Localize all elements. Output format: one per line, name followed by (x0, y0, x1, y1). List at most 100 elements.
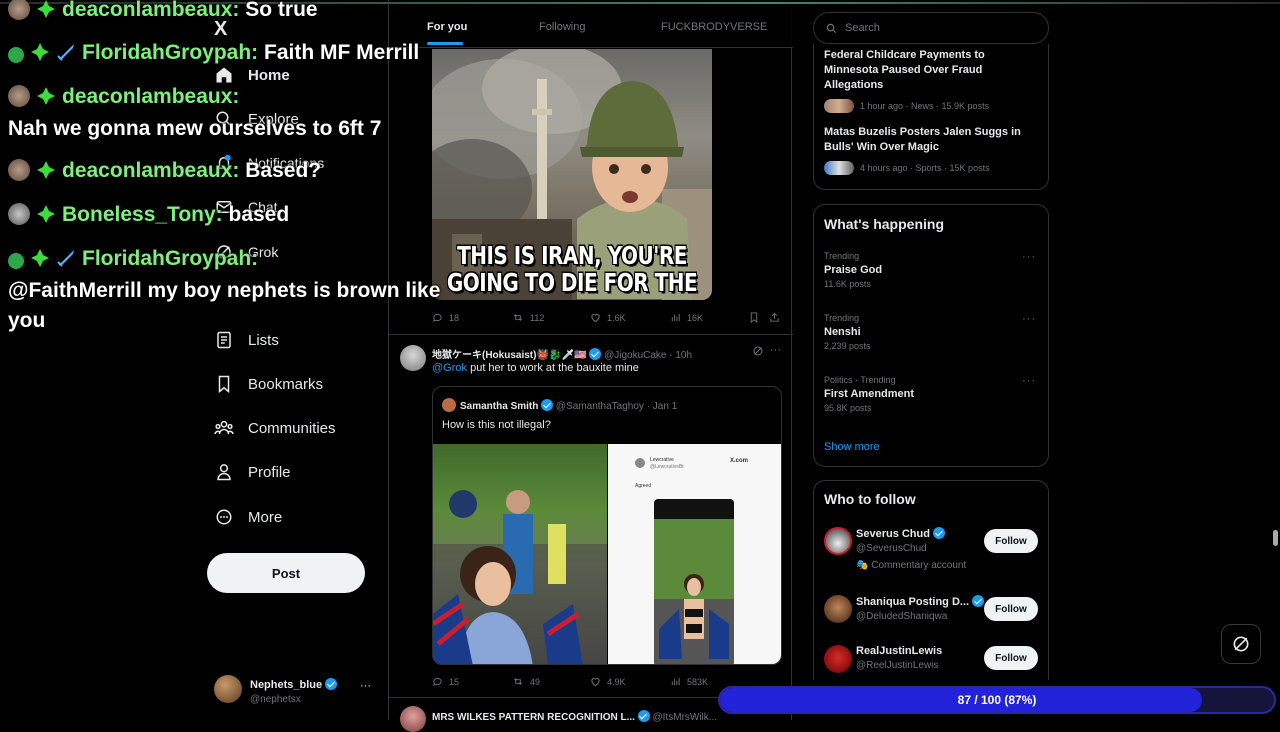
more-dots-icon[interactable]: ··· (770, 344, 781, 356)
crowd-photo-illustration (433, 490, 607, 664)
trend-count: 95.8K posts (824, 403, 872, 413)
grok-icon (1231, 634, 1251, 654)
tweet-divider (389, 334, 793, 335)
views-button[interactable]: 16K (670, 312, 703, 323)
tab-custom-feed[interactable]: FUCKBRODYVERSE (661, 21, 767, 33)
tab-following[interactable]: Following (539, 21, 585, 33)
views-count: 583K (687, 676, 709, 687)
goal-progress-bar: 87 / 100 (87%) (718, 686, 1276, 714)
chat-text: Nah we gonna mew ourselves to 6ft 7 (8, 117, 382, 140)
screenshot-site: X.com (730, 458, 749, 464)
avatar[interactable] (400, 706, 426, 732)
grok-floating-button[interactable] (1221, 624, 1261, 664)
globe-badge-icon (8, 253, 24, 269)
avatar[interactable] (824, 645, 852, 673)
tweet-handle[interactable]: @ItsMrsWilk... (653, 712, 718, 723)
more-dots-icon[interactable]: ··· (1022, 375, 1036, 387)
trend-name: Praise God (824, 264, 883, 276)
trend-item[interactable]: Trending Praise God 11.6K posts (824, 251, 1040, 289)
image-caption-line1: THIS IS IRAN, YOU'RE (457, 240, 687, 270)
quoted-screenshot[interactable]: Lewcrative @LewcrativeBt X.com Agreed (608, 444, 781, 664)
bookmark-icon (214, 374, 234, 394)
follow-button[interactable]: Follow (984, 529, 1038, 553)
trend-context: Trending (824, 313, 860, 323)
tweet-actions: 18 112 1.6K 16K (432, 312, 782, 326)
tweet-author[interactable]: MRS WILKES PATTERN RECOGNITION L... (432, 712, 635, 723)
news-item[interactable]: Matas Buzelis Posters Jalen Suggs in Bul… (824, 125, 1040, 175)
like-button[interactable]: 4.9K (590, 676, 626, 687)
follow-suggestion[interactable]: Severus Chud @SeverusChud 🎭 Commentary a… (856, 527, 986, 571)
follow-handle: @DeludedShaniqwa (856, 611, 948, 622)
post-button[interactable]: Post (207, 553, 365, 593)
search-input[interactable]: Search (813, 12, 1049, 44)
mention-link[interactable]: @Grok (432, 362, 467, 374)
account-name: Nephets_blue (250, 679, 323, 691)
whats-happening-title: What's happening (824, 216, 944, 232)
verified-badge-icon (637, 710, 650, 722)
repost-button[interactable]: 49 (512, 676, 540, 687)
account-switcher[interactable]: Nephets_blue @nephetsx ··· (214, 675, 384, 709)
active-tab-indicator (427, 42, 463, 45)
more-dots-icon[interactable]: ··· (360, 680, 371, 692)
chat-text: Based? (245, 159, 322, 182)
follow-button[interactable]: Follow (984, 646, 1038, 670)
tab-for-you[interactable]: For you (427, 21, 467, 33)
quoted-tweet[interactable]: Samantha Smith @SamanthaTaghoy · Jan 1 H… (432, 386, 782, 665)
quoted-photo[interactable] (433, 444, 607, 664)
nav-lists[interactable]: Lists (214, 330, 279, 350)
news-panel: Federal Childcare Payments to Minnesota … (813, 44, 1049, 190)
chat-message: deaconlambeaux: So true (8, 0, 318, 22)
more-dots-icon[interactable]: ··· (1022, 251, 1036, 263)
nav-bookmarks[interactable]: Bookmarks (214, 374, 323, 394)
trend-item[interactable]: Politics · Trending First Amendment 95.8… (824, 375, 1040, 413)
reply-button[interactable]: 15 (432, 676, 459, 687)
reply-button[interactable]: 18 (432, 312, 459, 323)
follow-suggestion[interactable]: Shaniqua Posting D... @DeludedShaniqwa (856, 595, 986, 622)
who-to-follow-title: Who to follow (824, 491, 916, 507)
follow-suggestion[interactable]: RealJustinLewis @ReelJustinLewis (856, 645, 986, 671)
views-count: 16K (687, 312, 704, 323)
tweet-handle[interactable]: @JigokuCake (604, 350, 666, 361)
follow-button[interactable]: Follow (984, 597, 1038, 621)
like-button[interactable]: 1.6K (590, 312, 626, 323)
verified-badge-icon (589, 348, 602, 360)
avatar (442, 398, 456, 412)
views-button[interactable]: 583K (670, 676, 708, 687)
nav-profile-label: Profile (248, 463, 291, 481)
list-icon (214, 330, 234, 350)
news-item[interactable]: Federal Childcare Payments to Minnesota … (824, 48, 1040, 113)
who-to-follow-panel: Who to follow Severus Chud @SeverusChud … (813, 480, 1049, 680)
bookmark-icon[interactable] (749, 312, 759, 323)
sub-badge-icon (36, 204, 56, 224)
tweet-image[interactable]: THIS IS IRAN, YOU'RE GOING TO DIE FOR TH… (432, 49, 712, 300)
trend-item[interactable]: Trending Nenshi 2,239 posts (824, 313, 1040, 351)
reply-count: 15 (449, 676, 460, 687)
avatar (8, 203, 30, 225)
trend-context: Politics · Trending (824, 375, 896, 385)
show-more-link[interactable]: Show more (824, 441, 880, 453)
avatar[interactable] (400, 345, 426, 371)
repost-button[interactable]: 112 (512, 312, 544, 323)
nav-communities[interactable]: Communities (214, 418, 336, 438)
chat-text: Faith MF Merrill (264, 41, 420, 64)
avatar-stack (824, 99, 854, 113)
nav-profile[interactable]: Profile (214, 462, 291, 482)
nav-more[interactable]: More (214, 507, 282, 527)
share-icon[interactable] (769, 312, 780, 323)
chat-message: Boneless_Tony: based (8, 203, 289, 227)
nav-home[interactable]: Home (214, 65, 290, 85)
chat-username: deaconlambeaux: (62, 159, 240, 182)
chat-message: FloridahGroypah: Faith MF Merrill (8, 41, 419, 65)
more-dots-icon[interactable]: ··· (1022, 313, 1036, 325)
avatar[interactable] (824, 527, 852, 555)
sub-badge-icon (36, 160, 56, 180)
verified-badge-icon (972, 595, 985, 607)
mask-icon: 🎭 (856, 560, 869, 571)
screenshot-text: Agreed (635, 483, 652, 489)
scrollbar-thumb[interactable] (1273, 530, 1278, 546)
tweet-author[interactable]: 地獄ケーキ(Hokusaist)👹🐉🗡🇺🇸 (432, 350, 587, 361)
follow-label: Commentary account (871, 560, 967, 571)
avatar[interactable] (824, 595, 852, 623)
grok-icon[interactable] (752, 345, 764, 357)
avatar (8, 85, 30, 107)
